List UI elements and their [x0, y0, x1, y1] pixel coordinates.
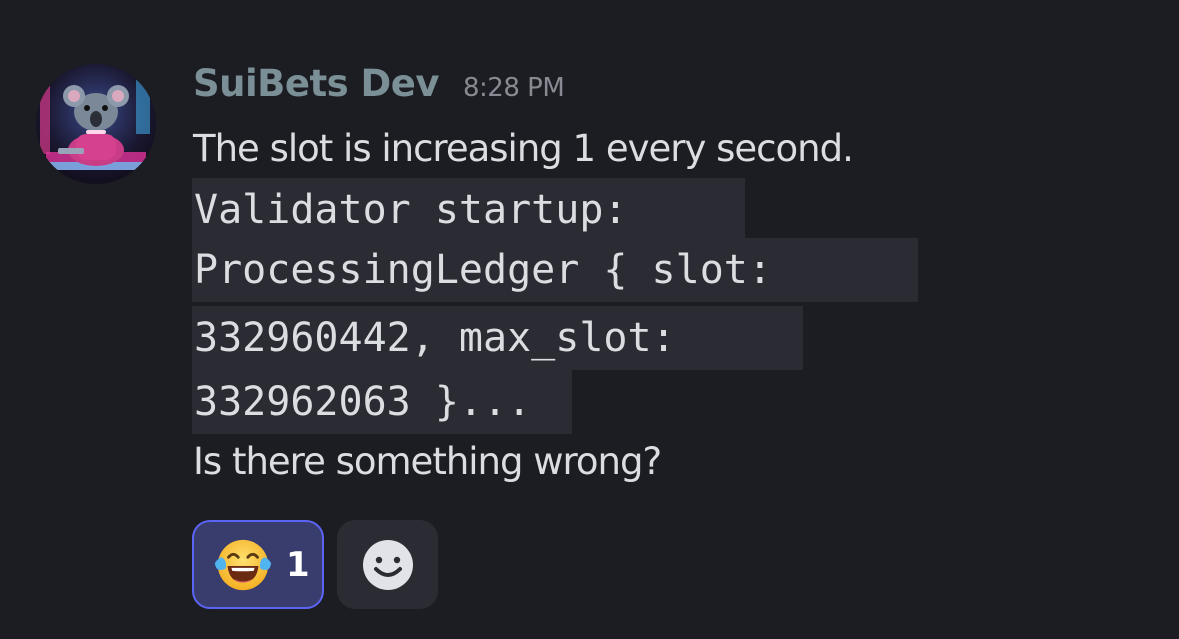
inline-code-line: ProcessingLedger { slot:: [192, 238, 918, 302]
reaction-count: 1: [286, 544, 310, 585]
inline-code-line: 332960442, max_slot:: [192, 306, 803, 370]
chat-message: SuiBets Dev 8:28 PM The slot is increasi…: [0, 0, 1179, 639]
inline-code-line: 332962063 }...: [192, 370, 572, 434]
smiley-face-icon: [362, 539, 413, 590]
inline-code-line: Validator startup:: [192, 178, 745, 242]
message-text-line: The slot is increasing 1 every second.: [193, 127, 854, 170]
add-reaction-button[interactable]: [337, 520, 438, 609]
author-name[interactable]: SuiBets Dev: [193, 62, 439, 105]
message-header: SuiBets Dev 8:28 PM: [193, 62, 565, 116]
message-text-line: Is there something wrong?: [193, 440, 662, 483]
joy-emoji-icon: [214, 539, 272, 590]
reaction-button[interactable]: 1: [192, 520, 324, 609]
koala-avatar-icon: [36, 64, 156, 184]
user-avatar[interactable]: [36, 64, 156, 184]
message-timestamp: 8:28 PM: [462, 73, 565, 103]
